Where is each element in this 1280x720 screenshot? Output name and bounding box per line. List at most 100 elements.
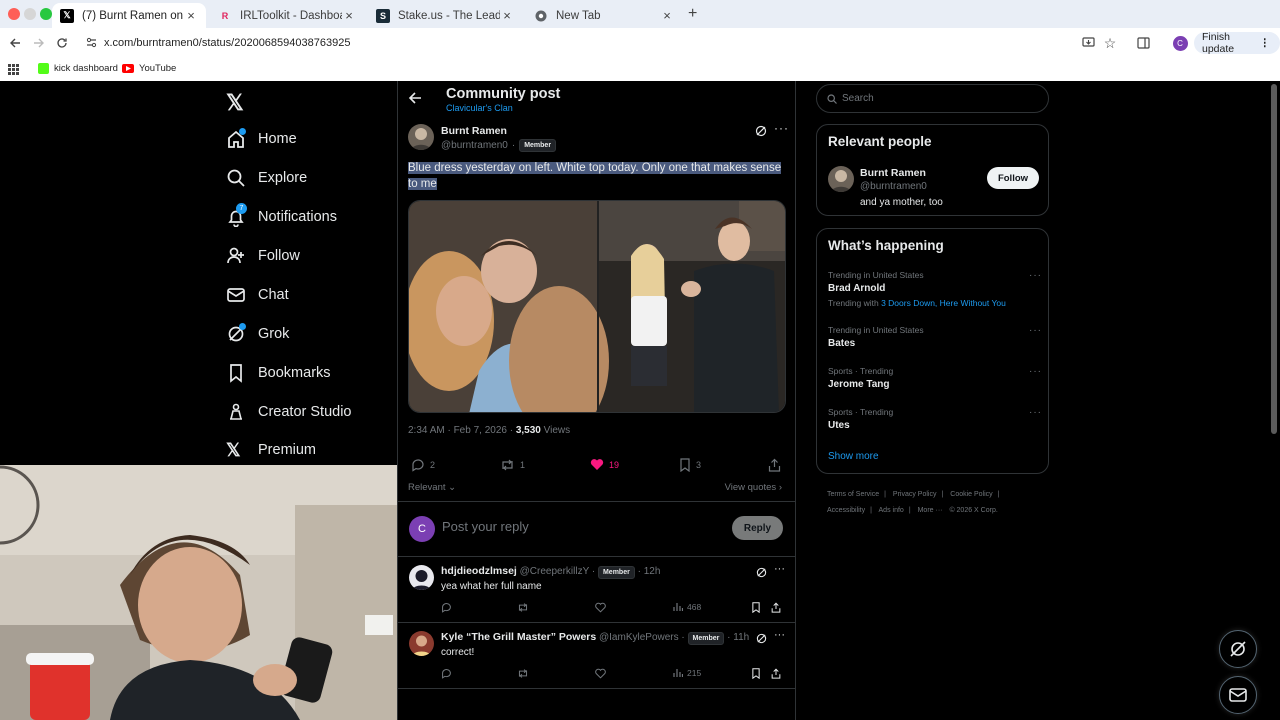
- nav-creator-studio[interactable]: Creator Studio: [226, 399, 352, 425]
- bookmark-icon[interactable]: [751, 668, 761, 679]
- site-info-icon[interactable]: [86, 37, 97, 48]
- person-avatar[interactable]: [828, 166, 854, 192]
- grok-explain-icon[interactable]: [756, 567, 767, 578]
- new-tab-plus-icon[interactable]: +: [688, 5, 697, 23]
- bookmark-action[interactable]: 3: [679, 458, 701, 472]
- trend-with-links[interactable]: 3 Doors Down, Here Without You: [881, 298, 1006, 308]
- footer-link[interactable]: Privacy Policy: [893, 491, 937, 498]
- bookmark-youtube[interactable]: YouTube: [122, 63, 176, 74]
- bookmark-icon[interactable]: [751, 602, 761, 613]
- reply-author-name[interactable]: Kyle “The Grill Master” Powers: [441, 631, 596, 643]
- reply-item[interactable]: hdjdieodzlmsej @CreeperkillzY · Member ·…: [398, 557, 795, 623]
- back-arrow-icon[interactable]: [408, 91, 422, 105]
- more-options-icon[interactable]: ···: [1029, 407, 1042, 418]
- nav-premium[interactable]: 𝕏 Premium: [226, 437, 316, 463]
- footer-link[interactable]: Ads info: [879, 507, 904, 514]
- footer-link[interactable]: Accessibility: [827, 507, 865, 514]
- reply-time[interactable]: 12h: [644, 566, 661, 577]
- heart-icon[interactable]: [595, 602, 606, 613]
- more-options-icon[interactable]: ···: [774, 563, 785, 575]
- install-app-icon[interactable]: [1078, 33, 1098, 53]
- footer-link[interactable]: More ···: [918, 507, 943, 514]
- tab-x-post[interactable]: 𝕏 (7) Burnt Ramen on X: "Blue ×: [52, 3, 206, 28]
- post-timestamp[interactable]: 2:34 AM · Feb 7, 2026 ·: [408, 425, 516, 436]
- bookmark-kick-dashboard[interactable]: kick dashboard: [38, 63, 118, 74]
- like-action[interactable]: 19: [590, 458, 619, 471]
- trend-item[interactable]: Trending in United States Bates ···: [828, 325, 1042, 349]
- search-input[interactable]: Search: [816, 84, 1049, 113]
- person-name[interactable]: Burnt Ramen: [860, 167, 926, 179]
- more-options-icon[interactable]: ···: [1029, 366, 1042, 377]
- post-image[interactable]: [408, 200, 786, 413]
- reply-author-name[interactable]: hdjdieodzlmsej: [441, 565, 517, 577]
- share-action[interactable]: [768, 458, 781, 472]
- bookmark-star-icon[interactable]: ☆: [1100, 33, 1120, 53]
- reply-author-handle[interactable]: @IamKylePowers: [599, 632, 679, 643]
- grok-explain-icon[interactable]: [755, 125, 767, 137]
- share-icon[interactable]: [771, 602, 781, 613]
- follow-button[interactable]: Follow: [987, 167, 1039, 189]
- reply-icon[interactable]: [441, 668, 452, 679]
- reply-author-handle[interactable]: @CreeperkillzY: [520, 566, 589, 577]
- messages-floating-button[interactable]: [1219, 676, 1257, 714]
- author-name[interactable]: Burnt Ramen: [441, 125, 507, 137]
- heart-icon[interactable]: [595, 668, 606, 679]
- nav-bookmarks[interactable]: Bookmarks: [226, 360, 331, 386]
- minimize-window-button[interactable]: [24, 8, 36, 20]
- sort-dropdown[interactable]: Relevant ⌄: [408, 482, 456, 493]
- page-scrollbar[interactable]: [1271, 84, 1277, 434]
- forward-arrow-icon[interactable]: [29, 33, 49, 53]
- share-icon[interactable]: [771, 668, 781, 679]
- footer-link[interactable]: Cookie Policy: [950, 491, 992, 498]
- nav-notifications[interactable]: 7 Notifications: [226, 203, 337, 230]
- profile-avatar[interactable]: C: [1170, 33, 1190, 53]
- back-arrow-icon[interactable]: [5, 33, 25, 53]
- reply-avatar[interactable]: [409, 631, 434, 656]
- view-quotes-link[interactable]: View quotes ›: [725, 482, 782, 493]
- trend-item[interactable]: Sports · Trending Utes ···: [828, 407, 1042, 431]
- more-options-icon[interactable]: ···: [774, 629, 785, 641]
- close-tab-icon[interactable]: ×: [500, 8, 514, 23]
- reply-avatar[interactable]: [409, 565, 434, 590]
- more-options-icon[interactable]: ···: [1029, 270, 1042, 281]
- trend-item[interactable]: Sports · Trending Jerome Tang ···: [828, 366, 1042, 390]
- trend-item[interactable]: Trending in United States Brad Arnold Tr…: [828, 270, 1042, 308]
- reply-item[interactable]: Kyle “The Grill Master” Powers @IamKyleP…: [398, 623, 795, 689]
- person-handle[interactable]: @burntramen0: [860, 181, 927, 192]
- nav-home[interactable]: Home: [226, 126, 297, 152]
- maximize-window-button[interactable]: [40, 8, 52, 20]
- nav-grok[interactable]: Grok: [226, 321, 289, 347]
- sidepanel-icon[interactable]: [1133, 33, 1153, 53]
- author-avatar[interactable]: [408, 124, 434, 150]
- repost-action[interactable]: 1: [500, 458, 525, 472]
- close-tab-icon[interactable]: ×: [184, 8, 198, 23]
- more-options-icon[interactable]: ···: [774, 121, 789, 135]
- reply-button[interactable]: Reply: [732, 516, 783, 540]
- views-action[interactable]: 468: [673, 602, 701, 612]
- grok-floating-button[interactable]: [1219, 630, 1257, 668]
- reload-icon[interactable]: [52, 33, 72, 53]
- x-logo-icon[interactable]: 𝕏: [226, 90, 246, 115]
- reply-icon[interactable]: [441, 602, 452, 613]
- repost-icon[interactable]: [517, 602, 529, 613]
- apps-grid-icon[interactable]: [8, 64, 19, 75]
- community-link[interactable]: Clavicular's Clan: [446, 103, 513, 113]
- nav-follow[interactable]: Follow: [226, 243, 300, 269]
- address-bar[interactable]: x.com/burntramen0/status/202006859403876…: [80, 31, 1130, 55]
- tab-stake[interactable]: S Stake.us - The Leading Socia ×: [368, 3, 522, 28]
- nav-explore[interactable]: Explore: [226, 165, 307, 191]
- views-action[interactable]: 215: [673, 668, 701, 678]
- reply-action[interactable]: 2: [411, 458, 435, 472]
- close-tab-icon[interactable]: ×: [342, 8, 356, 23]
- grok-explain-icon[interactable]: [756, 633, 767, 644]
- close-tab-icon[interactable]: ×: [660, 8, 674, 23]
- more-options-icon[interactable]: ···: [1029, 325, 1042, 336]
- reply-input[interactable]: Post your reply: [442, 519, 529, 534]
- repost-icon[interactable]: [517, 668, 529, 679]
- footer-link[interactable]: Terms of Service: [827, 491, 879, 498]
- tab-irltoolkit[interactable]: R IRLToolkit - Dashboard ×: [210, 3, 364, 28]
- finish-update-button[interactable]: Finish update ⋮: [1194, 31, 1280, 55]
- reply-time[interactable]: 11h: [733, 632, 749, 643]
- nav-chat[interactable]: Chat: [226, 282, 289, 308]
- close-window-button[interactable]: [8, 8, 20, 20]
